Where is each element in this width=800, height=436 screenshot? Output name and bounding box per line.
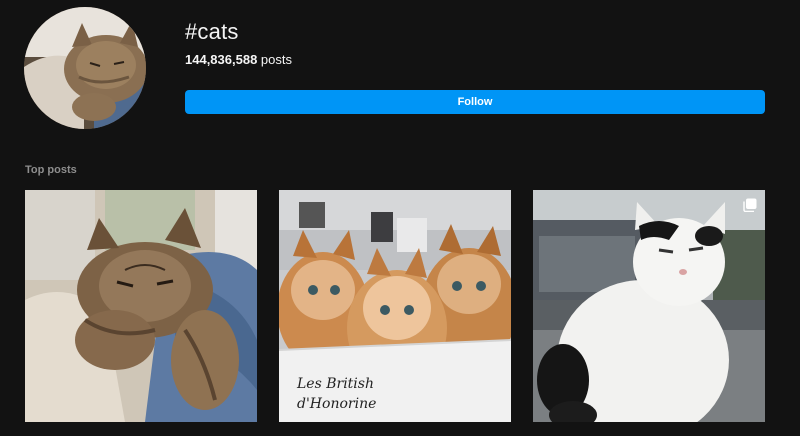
post-2-watermark-line2: d'Honorine [297, 396, 376, 412]
post-count: 144,836,588 posts [185, 52, 292, 67]
avatar-cat-image [24, 7, 146, 129]
post-count-number: 144,836,588 [185, 52, 258, 67]
top-posts-label: Top posts [25, 164, 77, 176]
follow-button[interactable]: Follow [185, 90, 765, 114]
top-post-2[interactable]: Les British d'Honorine [279, 190, 511, 422]
hashtag-page: #cats 144,836,588 posts Follow Top posts [0, 0, 800, 436]
post-2-watermark-line1: Les British [296, 376, 374, 392]
hashtag-avatar [24, 7, 146, 129]
post-2-kittens-image: Les British d'Honorine [279, 190, 511, 422]
top-post-1[interactable] [25, 190, 257, 422]
top-post-3[interactable] [533, 190, 765, 422]
post-3-cat-image [533, 190, 765, 422]
hashtag-title: #cats [185, 19, 239, 44]
post-1-cat-image [25, 190, 257, 422]
post-count-suffix: posts [257, 52, 292, 67]
multiple-posts-icon [743, 198, 757, 212]
